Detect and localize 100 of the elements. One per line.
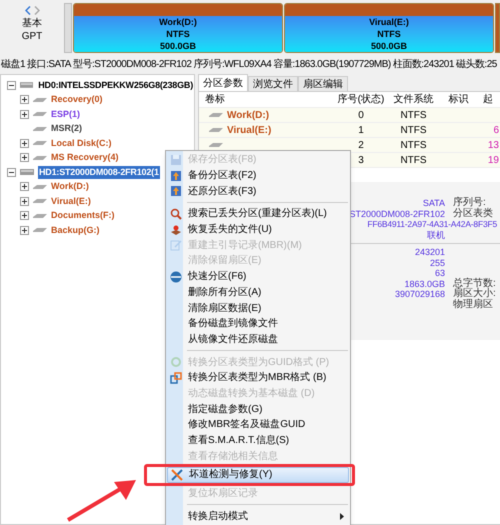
edit-icon — [170, 239, 182, 252]
menu-item[interactable]: 查看S.M.A.R.T.信息(S) — [167, 432, 349, 448]
expander-icon[interactable] — [20, 182, 29, 192]
partition-icon — [33, 126, 47, 132]
table-cell-text: NTFS — [399, 138, 428, 152]
expander-icon[interactable] — [20, 196, 29, 206]
table-cell-text: 0 — [357, 108, 365, 122]
detail-value: 243201 — [414, 247, 445, 258]
menu-item[interactable]: 从镜像文件还原磁盘 — [167, 332, 349, 348]
detail-value: 1863.0GB — [404, 278, 445, 289]
disk-info-text: 容量:1863.0GB(1907729MB) — [273, 58, 391, 72]
expander-icon[interactable] — [7, 168, 16, 177]
partition-style: GPT — [22, 30, 42, 43]
tab[interactable]: 浏览文件 — [248, 76, 298, 91]
table-cell-text: 2 — [357, 138, 365, 152]
menu-item[interactable]: 转换分区表类型为MBR格式 (B) — [167, 370, 349, 386]
column-header[interactable]: 文件系统 — [386, 92, 441, 107]
menu-item[interactable]: 修改MBR签名及磁盘GUID — [167, 417, 349, 433]
disk-info-text: 磁盘1 — [1, 58, 26, 72]
ring-icon — [170, 356, 182, 368]
table-cell-text: NTFS — [399, 124, 428, 138]
table-cell-text: 19 — [486, 154, 500, 168]
menu-item[interactable]: 备份分区表(F2) — [167, 168, 349, 184]
upload-icon — [170, 185, 182, 198]
detail-label: 总字节数: — [453, 278, 496, 288]
partition-size: 500.0GB — [160, 40, 196, 52]
menu-item[interactable]: 转换启动模式 — [167, 508, 349, 524]
partition-name: Virual(E:) — [369, 16, 409, 28]
disk-info-text: 序列号:WFL09XA4 — [193, 58, 272, 72]
disk-node[interactable]: HD0:INTELSSDPEKKW256G8(238GB) — [37, 78, 194, 92]
column-header[interactable]: 标识 — [441, 92, 476, 107]
column-header[interactable]: 卷标 — [199, 92, 336, 107]
partition-node[interactable]: ESP(1) — [51, 108, 80, 121]
partition-node[interactable]: Virual(E:) — [51, 194, 91, 208]
table-cell-text: NTFS — [399, 154, 428, 168]
partition-node[interactable]: MSR(2) — [51, 122, 82, 136]
detail-label: 序列号: — [453, 198, 486, 208]
detail-value: SATA — [422, 198, 445, 208]
search-icon — [170, 208, 182, 220]
detail-label: 扇区大小: — [453, 289, 496, 299]
tab[interactable]: 分区参数 — [198, 74, 248, 91]
partition-icon — [33, 140, 47, 146]
tab[interactable]: 扇区编辑 — [298, 76, 348, 91]
menu-item[interactable]: 恢复丢失的文件(U) — [167, 222, 349, 238]
partition-name: Work(D:) — [159, 16, 197, 28]
table-cell-text: 1 — [357, 124, 365, 138]
box-icon — [170, 224, 182, 236]
partition-filesystem: NTFS — [166, 28, 190, 40]
save-icon — [170, 154, 182, 166]
detail-value: 联机 — [427, 230, 445, 240]
table-cell-text: NTFS — [399, 108, 428, 122]
expander-icon[interactable] — [20, 110, 29, 119]
expander-icon[interactable] — [20, 153, 29, 162]
partition-node[interactable]: MS Recovery(4) — [51, 151, 119, 164]
partition-icon — [33, 227, 47, 234]
scrollbar[interactable] — [64, 3, 72, 53]
menu-item[interactable]: 快速分区(F6) — [167, 268, 349, 284]
menu-item[interactable]: 删除所有分区(A) — [167, 284, 349, 300]
partition-block[interactable]: Work(D:) NTFS 500.0GB — [73, 3, 283, 53]
column-header[interactable]: 起 — [476, 92, 500, 107]
disk-type: 基本 — [22, 17, 42, 30]
column-header[interactable]: 序号(状态) — [336, 92, 386, 107]
detail-value: 3907029168 — [394, 289, 445, 300]
partition-filesystem: NTFS — [377, 28, 401, 40]
detail-label: 分区表类 — [453, 208, 493, 219]
partition-icon — [209, 112, 223, 118]
partition-node[interactable]: Recovery(0) — [51, 93, 103, 106]
partition-node[interactable]: Documents(F:) — [51, 209, 114, 222]
table-cell-text: Virual(E:) — [227, 124, 272, 138]
detail-value: 255 — [430, 258, 445, 268]
detail-label: 物理扇区 — [453, 300, 493, 310]
menu-item[interactable]: 指定磁盘参数(G) — [167, 401, 349, 417]
partition-icon — [33, 184, 47, 190]
partition-node[interactable]: Local Disk(C:) — [51, 136, 112, 150]
partition-icon — [33, 198, 47, 204]
menu-item[interactable]: 还原分区表(F3) — [167, 183, 349, 200]
detail-value: FF6B4911-2A97-4A31-A42A-8F3F5 — [367, 219, 497, 230]
menu-item[interactable]: 备份磁盘到镜像文件 — [167, 316, 349, 332]
expander-icon[interactable] — [20, 226, 29, 235]
partition-icon — [209, 127, 223, 133]
partition-icon — [33, 212, 47, 219]
expander-icon[interactable] — [20, 138, 29, 148]
menu-item[interactable]: 坏道检测与修复(Y) — [167, 467, 349, 483]
partition-block[interactable]: Virual(E:) NTFS 500.0GB — [284, 3, 494, 53]
menu-item[interactable]: 清除扇区数据(E) — [167, 300, 349, 316]
disk-info-text: 型号:ST2000DM008-2FR102 — [72, 58, 192, 72]
table-cell-text: 3 — [357, 154, 365, 168]
disk-info-text: 磁头数:25 — [456, 58, 497, 72]
partition-icon — [33, 154, 47, 161]
partition-node[interactable]: Work(D:) — [51, 180, 89, 194]
detail-value: ST2000DM008-2FR102 — [349, 208, 445, 219]
menu-item[interactable]: 搜索已丢失分区(重建分区表)(L) — [167, 206, 349, 222]
expander-icon[interactable] — [20, 211, 29, 220]
convert-icon — [170, 372, 182, 384]
partition-icon — [33, 111, 47, 118]
expander-icon[interactable] — [7, 80, 16, 90]
expander-icon[interactable] — [20, 95, 29, 104]
partition-node[interactable]: Backup(G:) — [51, 224, 100, 237]
disk-info-text: 柱面数:243201 — [392, 58, 454, 72]
disk-info-text: 接口:SATA — [27, 58, 71, 72]
